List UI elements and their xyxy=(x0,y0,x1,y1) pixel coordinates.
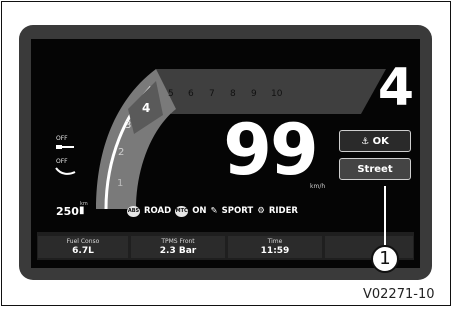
info-cell-tpms: TPMS Front 2.3 Bar xyxy=(131,236,225,258)
riding-mode-button[interactable]: Street xyxy=(339,158,411,180)
info-title: Fuel Conso xyxy=(66,238,100,245)
tach-tick-3: 3 xyxy=(125,120,132,131)
sport-icon: ✎ xyxy=(210,206,218,216)
tach-tick-7: 7 xyxy=(209,89,215,99)
tach-tick-5: 5 xyxy=(168,89,174,99)
mode-indicators: ABS ROAD MTC ON ✎ SPORT ⚙ RIDER xyxy=(127,204,298,218)
ok-icon: ⚓ xyxy=(361,137,370,147)
wiper-icon xyxy=(55,167,76,175)
speed-value: 99 xyxy=(223,109,318,191)
info-cell-empty xyxy=(325,236,413,258)
headlight-off-label: OFF xyxy=(56,135,68,142)
tach-tick-10: 10 xyxy=(271,89,283,99)
callout-marker: 1 xyxy=(371,245,399,273)
sport-label: SPORT xyxy=(221,206,254,216)
abs-icon: ABS xyxy=(127,205,140,217)
tach-tick-1: 1 xyxy=(117,178,124,189)
ok-button[interactable]: ⚓ OK xyxy=(339,130,411,152)
ok-label: OK xyxy=(372,136,389,147)
fuel-icon: ▮ xyxy=(79,205,85,216)
callout-leader-line xyxy=(384,186,386,245)
tach-tick-2: 2 xyxy=(118,147,125,158)
rider-icon: ⚙ xyxy=(257,206,265,216)
wiper-off-label: OFF xyxy=(56,158,68,165)
info-cell-fuel: Fuel Conso 6.7L xyxy=(38,236,128,258)
headlight-icon xyxy=(56,145,74,149)
speed-unit: km/h xyxy=(310,183,326,190)
tach-tick-4: 4 xyxy=(142,101,151,115)
rider-label: RIDER xyxy=(268,206,298,216)
info-cell-time: Time 11:59 xyxy=(228,236,322,258)
mtc-icon: MTC xyxy=(175,205,189,217)
info-title: Time xyxy=(267,238,283,245)
figure-reference: V02271-10 xyxy=(363,287,435,302)
info-value: 6.7L xyxy=(72,246,94,256)
info-title: TPMS Front xyxy=(161,238,195,245)
gear-indicator: 4 xyxy=(377,58,415,118)
range-value: 250 xyxy=(56,205,79,218)
tach-tick-6: 6 xyxy=(188,89,194,99)
info-value: 2.3 Bar xyxy=(159,246,197,256)
tach-tick-8: 8 xyxy=(230,89,236,99)
abs-mode-label: ROAD xyxy=(144,206,172,216)
tach-tick-9: 9 xyxy=(251,89,257,99)
info-value: 11:59 xyxy=(260,246,290,256)
mtc-state-label: ON xyxy=(192,206,207,216)
